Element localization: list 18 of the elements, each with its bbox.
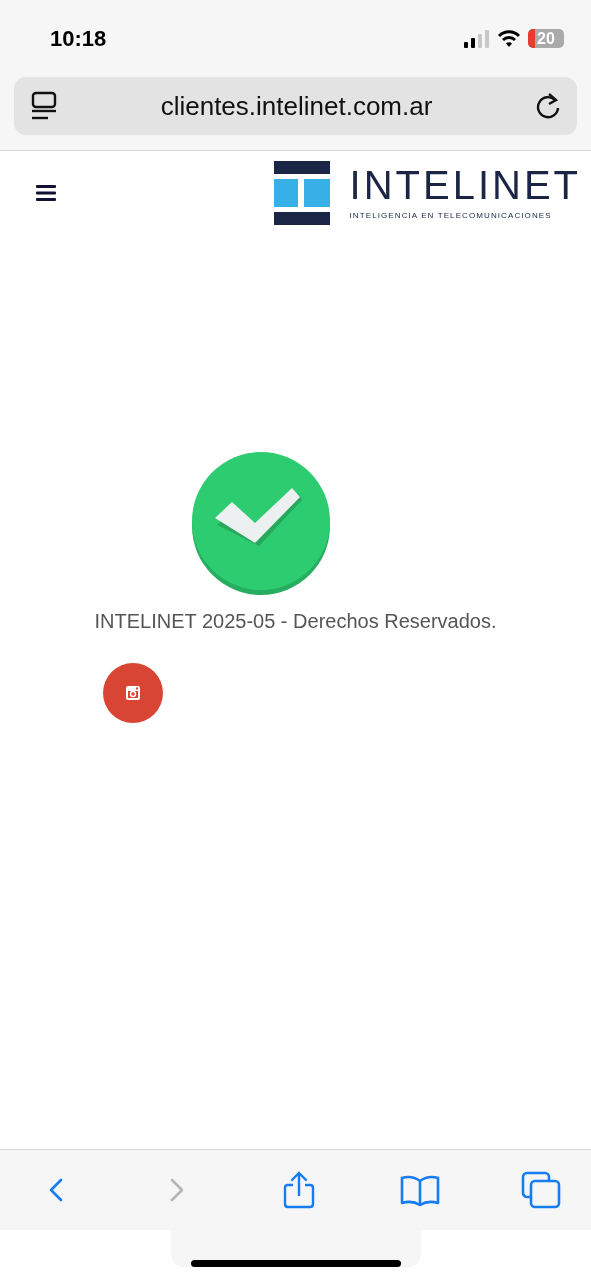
battery-icon: 20 [528, 29, 564, 48]
wifi-icon [498, 30, 520, 47]
reader-icon[interactable] [30, 91, 58, 121]
book-icon[interactable] [399, 1173, 440, 1207]
clock-time: 10:18 [50, 25, 107, 52]
camera-icon [125, 685, 141, 701]
logo-wordmark: INTELINET [349, 165, 581, 205]
tabs-icon[interactable] [521, 1171, 561, 1209]
instagram-button[interactable] [103, 663, 163, 723]
share-icon[interactable] [282, 1171, 315, 1209]
menu-icon[interactable] [36, 184, 56, 201]
signal-icon [464, 29, 490, 48]
address-bar[interactable]: clientes.intelinet.com.ar [14, 77, 577, 135]
logo-icon [273, 160, 330, 225]
logo-tagline: INTELIGENCIA EN TELECOMUNICACIONES [349, 211, 553, 220]
copyright-text: INTELINET 2025-05 - Derechos Reservados. [93, 610, 498, 633]
reload-icon[interactable] [535, 92, 561, 120]
checkmark-icon [191, 452, 331, 596]
